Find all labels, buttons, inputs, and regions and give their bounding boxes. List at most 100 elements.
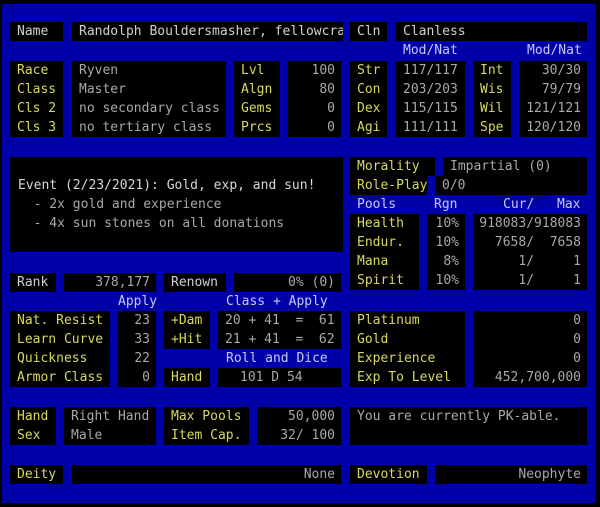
stat-con-label: Con — [350, 80, 387, 99]
align-value: 80 — [288, 80, 341, 99]
prcs-label: Prcs — [234, 118, 280, 137]
pool-mana-rgn: 8% — [427, 252, 465, 271]
clan-value: Clanless — [396, 22, 587, 41]
gold-value: 0 — [473, 330, 587, 349]
prcs-value: 0 — [288, 118, 341, 137]
renown-value: 0% (0) — [234, 273, 341, 292]
hand-dice-label: Hand — [164, 368, 210, 387]
race-value: Ryven — [72, 61, 226, 80]
hand-value: Right Hand — [64, 407, 156, 426]
devotion-value: Neophyte — [435, 465, 587, 484]
stat-dex-value: 115/115 — [396, 99, 465, 118]
apply-header: Apply — [118, 294, 158, 309]
pool-health-value: 918083/918083 — [473, 214, 587, 233]
pool-mana-value: 1/ 1 — [473, 252, 587, 271]
cls2-value: no secondary class — [72, 99, 226, 118]
pk-status-blank — [350, 426, 587, 445]
morality-label: Morality — [350, 157, 435, 176]
rgn-header: Rgn — [434, 197, 458, 212]
renown-label: Renown — [164, 273, 226, 292]
stat-header-left: Mod/Nat — [403, 43, 458, 58]
deity-label: Deity — [10, 465, 63, 484]
gems-value: 0 — [288, 99, 341, 118]
level-label: Lvl — [234, 61, 280, 80]
cls3-value: no tertiary class — [72, 118, 226, 137]
quickness-value: 22 — [118, 349, 156, 368]
stat-spe-label: Spe — [473, 118, 511, 137]
hand-dice-value: 101 D 54 — [218, 368, 341, 387]
pool-endur-label: Endur. — [350, 233, 419, 252]
stat-con-value: 203/203 — [396, 80, 465, 99]
stat-dex-label: Dex — [350, 99, 387, 118]
name-value: Randolph Bouldersmasher, fellowcra — [72, 22, 343, 41]
pool-spirit-value: 1/ 1 — [473, 271, 587, 290]
item-cap-label: Item Cap. — [164, 426, 249, 445]
roll-dice-header: Roll and Dice — [226, 351, 328, 366]
pool-endur-rgn: 10% — [427, 233, 465, 252]
hit-label: +Hit — [164, 330, 210, 349]
stat-str-value: 117/117 — [396, 61, 465, 80]
dam-value: 20 + 41 = 61 — [218, 311, 341, 330]
nat-resist-value: 23 — [118, 311, 156, 330]
learn-curve-label: Learn Curve — [10, 330, 110, 349]
platinum-value: 0 — [473, 311, 587, 330]
experience-value: 0 — [473, 349, 587, 368]
armor-class-value: 0 — [118, 368, 156, 387]
event-line: - 2x gold and experience — [18, 197, 222, 212]
gems-label: Gems — [234, 99, 280, 118]
level-value: 100 — [288, 61, 341, 80]
class-label: Class — [10, 80, 63, 99]
stat-wis-label: Wis — [473, 80, 511, 99]
hand-label: Hand — [10, 407, 56, 426]
experience-label: Experience — [350, 349, 465, 368]
name-label: Name — [10, 22, 63, 41]
score-screen: Name Randolph Bouldersmasher, fellowcra … — [0, 0, 600, 507]
pool-health-rgn: 10% — [427, 214, 465, 233]
class-value: Master — [72, 80, 226, 99]
stat-int-label: Int — [473, 61, 511, 80]
pool-spirit-rgn: 10% — [427, 271, 465, 290]
roleplay-value: 0/0 — [435, 176, 587, 195]
pool-mana-label: Mana — [350, 252, 419, 271]
platinum-label: Platinum — [350, 311, 465, 330]
morality-value: Impartial (0) — [443, 157, 587, 176]
class-apply-header: Class + Apply — [226, 294, 328, 309]
learn-curve-value: 33 — [118, 330, 156, 349]
hit-value: 21 + 41 = 62 — [218, 330, 341, 349]
quickness-label: Quickness — [10, 349, 110, 368]
armor-class-label: Armor Class — [10, 368, 110, 387]
event-line: - 4x sun stones on all donations — [18, 216, 285, 231]
exp-to-level-value: 452,700,000 — [473, 368, 587, 387]
cur-header: Cur/ — [503, 197, 535, 212]
rank-value: 378,177 — [64, 273, 156, 292]
exp-to-level-label: Exp To Level — [350, 368, 465, 387]
clan-label: Cln — [350, 22, 387, 41]
event-title: Event (2/23/2021): Gold, exp, and sun! — [18, 178, 316, 193]
gold-label: Gold — [350, 330, 465, 349]
cls3-label: Cls 3 — [10, 118, 63, 137]
pk-status: You are currently PK-able. — [350, 407, 587, 426]
sex-value: Male — [64, 426, 156, 445]
deity-value: None — [72, 465, 341, 484]
stat-agi-label: Agi — [350, 118, 387, 137]
pools-header: Pools — [357, 197, 397, 212]
stat-wil-value: 121/121 — [519, 99, 587, 118]
dam-label: +Dam — [164, 311, 210, 330]
stat-header-right: Mod/Nat — [527, 43, 582, 58]
stat-spe-value: 120/120 — [519, 118, 587, 137]
stat-int-value: 30/30 — [519, 61, 587, 80]
stat-wis-value: 79/79 — [519, 80, 587, 99]
race-label: Race — [10, 61, 63, 80]
roleplay-label: Role-Play — [350, 176, 427, 195]
sex-label: Sex — [10, 426, 56, 445]
event-box: Event (2/23/2021): Gold, exp, and sun! -… — [10, 157, 343, 252]
max-pools-value: 50,000 — [257, 407, 341, 426]
pool-health-label: Health — [350, 214, 419, 233]
max-pools-label: Max Pools — [164, 407, 249, 426]
max-header: Max — [557, 197, 581, 212]
stat-agi-value: 111/111 — [396, 118, 465, 137]
stat-wil-label: Wil — [473, 99, 511, 118]
devotion-label: Devotion — [350, 465, 427, 484]
align-label: Algn — [234, 80, 280, 99]
rank-label: Rank — [10, 273, 56, 292]
